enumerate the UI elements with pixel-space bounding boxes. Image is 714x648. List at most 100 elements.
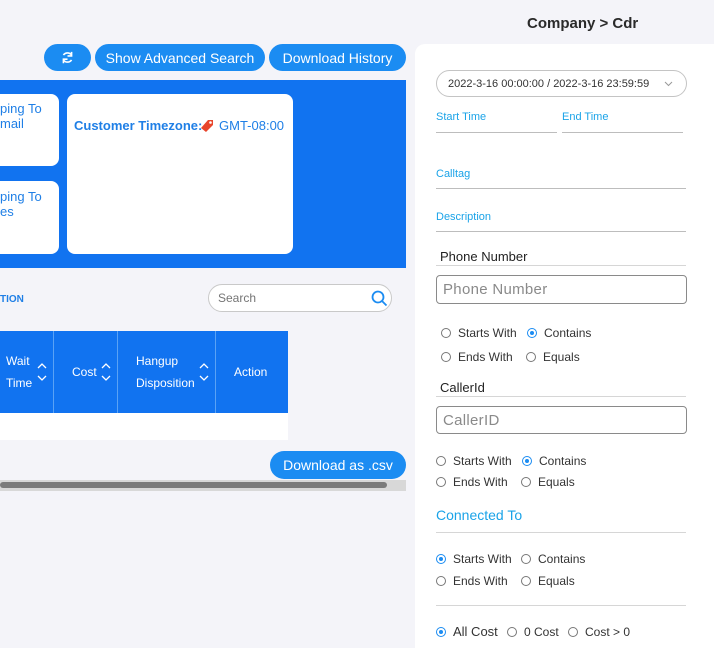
download-history-button[interactable]: Download History	[269, 44, 406, 71]
card-2-line2: es	[0, 204, 14, 219]
column-hangup-disposition[interactable]: Hangup Disposition	[118, 331, 216, 413]
connected-starts-with-radio[interactable]: Starts With	[436, 552, 512, 566]
end-time-field[interactable]	[562, 132, 683, 133]
table-body	[0, 413, 288, 440]
summary-card-email[interactable]: ping To mail	[0, 94, 59, 166]
download-csv-button[interactable]: Download as .csv	[270, 451, 406, 479]
radio-circle[interactable]	[568, 627, 578, 637]
zero-cost-radio[interactable]: 0 Cost	[507, 625, 559, 639]
radio-label: Ends With	[453, 574, 508, 588]
description-field[interactable]	[436, 231, 686, 232]
date-range-select[interactable]: 2022-3-16 00:00:00 / 2022-3-16 23:59:59	[436, 70, 687, 97]
caller-starts-with-radio[interactable]: Starts With	[436, 454, 512, 468]
chevron-down-icon	[664, 81, 673, 87]
phone-number-input[interactable]	[437, 276, 686, 303]
radio-label: Equals	[538, 574, 575, 588]
all-cost-radio[interactable]: All Cost	[436, 624, 498, 639]
radio-circle[interactable]	[521, 477, 531, 487]
phone-starts-with-radio[interactable]: Starts With	[441, 326, 517, 340]
radio-label: Contains	[538, 552, 586, 566]
radio-circle[interactable]	[521, 576, 531, 586]
description-label: Description	[436, 211, 492, 223]
table-search[interactable]	[208, 284, 392, 312]
radio-circle-selected[interactable]	[522, 456, 532, 466]
column-hangup-line2: Disposition	[136, 376, 195, 390]
radio-label: Contains	[544, 326, 592, 340]
cost-gt-zero-radio[interactable]: Cost > 0	[568, 625, 630, 639]
section-label: TION	[0, 294, 24, 305]
sort-icon[interactable]	[37, 361, 47, 383]
tag-icon[interactable]	[199, 117, 215, 133]
radio-circle-selected[interactable]	[436, 554, 446, 564]
column-wait-time-line1: Wait	[6, 354, 30, 368]
search-input[interactable]	[209, 285, 359, 311]
radio-label: Ends With	[458, 350, 513, 364]
filter-panel: 2022-3-16 00:00:00 / 2022-3-16 23:59:59 …	[415, 44, 714, 648]
radio-circle[interactable]	[436, 456, 446, 466]
radio-label: Equals	[543, 350, 580, 364]
timezone-card: Customer Timezone: GMT-08:00	[67, 94, 293, 254]
radio-circle[interactable]	[521, 554, 531, 564]
show-advanced-search-button[interactable]: Show Advanced Search	[95, 44, 265, 71]
connected-to-field[interactable]	[436, 532, 686, 533]
date-range-value: 2022-3-16 00:00:00 / 2022-3-16 23:59:59	[448, 78, 650, 90]
sort-icon[interactable]	[199, 361, 209, 383]
cost-divider	[436, 605, 686, 606]
radio-label: Starts With	[458, 326, 517, 340]
radio-label: Ends With	[453, 475, 508, 489]
radio-label: Cost > 0	[585, 625, 631, 639]
caller-id-input[interactable]	[437, 407, 686, 433]
card-2-line1: ping To	[0, 189, 42, 204]
radio-circle[interactable]	[436, 576, 446, 586]
refresh-button[interactable]	[44, 44, 91, 71]
scrollbar-thumb[interactable]	[0, 482, 387, 488]
caller-id-divider	[436, 396, 686, 397]
radio-label: 0 Cost	[524, 625, 559, 639]
radio-circle-selected[interactable]	[436, 626, 446, 637]
caller-id-input-box	[436, 406, 687, 434]
phone-equals-radio[interactable]: Equals	[526, 350, 580, 364]
sort-icon[interactable]	[101, 361, 111, 383]
calltag-field[interactable]	[436, 188, 686, 189]
card-email-line1: ping To	[0, 101, 42, 116]
calltag-label: Calltag	[436, 168, 471, 180]
phone-ends-with-radio[interactable]: Ends With	[441, 350, 513, 364]
column-action: Action	[216, 331, 288, 413]
breadcrumb: Company > Cdr	[527, 15, 639, 32]
caller-ends-with-radio[interactable]: Ends With	[436, 475, 508, 489]
caller-contains-radio[interactable]: Contains	[522, 454, 586, 468]
summary-card-2[interactable]: ping To es	[0, 181, 59, 254]
column-action-label: Action	[234, 365, 268, 379]
connected-ends-with-radio[interactable]: Ends With	[436, 574, 508, 588]
column-wait-time-line2: Time	[6, 376, 33, 390]
radio-circle[interactable]	[507, 627, 517, 637]
column-cost[interactable]: Cost	[54, 331, 118, 413]
end-time-label: End Time	[562, 111, 609, 123]
phone-number-label: Phone Number	[440, 249, 528, 264]
radio-circle[interactable]	[436, 477, 446, 487]
radio-label: All Cost	[453, 624, 498, 639]
start-time-field[interactable]	[436, 132, 557, 133]
radio-circle[interactable]	[441, 328, 451, 338]
radio-circle-selected[interactable]	[527, 328, 537, 338]
connected-equals-radio[interactable]: Equals	[521, 574, 575, 588]
horizontal-scrollbar[interactable]	[0, 480, 406, 491]
timezone-value: GMT-08:00	[219, 118, 285, 133]
radio-label: Starts With	[453, 552, 512, 566]
phone-contains-radio[interactable]: Contains	[527, 326, 591, 340]
connected-to-label: Connected To	[436, 507, 523, 523]
radio-label: Starts With	[453, 454, 512, 468]
column-hangup-line1: Hangup	[136, 354, 179, 368]
caller-equals-radio[interactable]: Equals	[521, 475, 575, 489]
column-cost-label: Cost	[72, 365, 97, 379]
summary-banner: ping To mail ping To es Customer Timezon…	[0, 80, 406, 268]
phone-number-divider	[436, 265, 686, 266]
radio-circle[interactable]	[526, 352, 536, 362]
column-wait-time[interactable]: Wait Time	[0, 331, 54, 413]
card-email-line2: mail	[0, 116, 24, 131]
connected-contains-radio[interactable]: Contains	[521, 552, 585, 566]
radio-circle[interactable]	[441, 352, 451, 362]
radio-label: Equals	[538, 475, 575, 489]
start-time-label: Start Time	[436, 111, 487, 123]
search-icon[interactable]	[371, 290, 388, 307]
